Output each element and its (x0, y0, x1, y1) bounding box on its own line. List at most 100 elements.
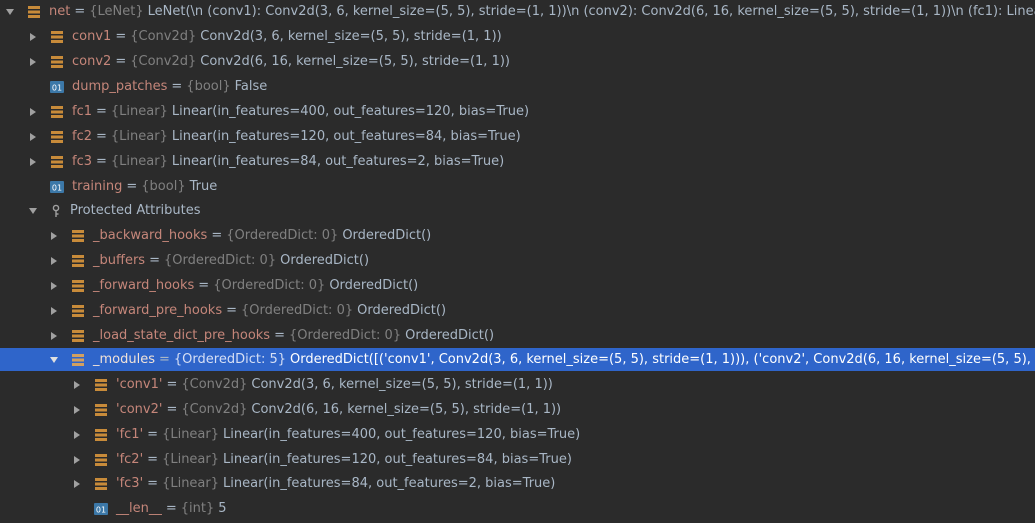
variable-name: _forward_pre_hooks (93, 303, 223, 318)
field-icon (70, 253, 86, 269)
field-icon (70, 278, 86, 294)
tree-row-modules-fc3[interactable]: 'fc3' = {Linear} Linear(in_features=84, out… (0, 472, 1035, 495)
variable-type: {Linear} (162, 476, 220, 491)
field-icon (49, 54, 65, 70)
tree-row-conv2[interactable]: conv2 = {Conv2d} Conv2d(6, 16, kernel_size=… (0, 50, 1035, 73)
field-icon (26, 4, 42, 20)
variable-name: 'fc3' (116, 476, 144, 491)
bool-icon: 01 (49, 79, 65, 95)
variable-type: {int} (180, 501, 215, 516)
collapsed-arrow-icon[interactable] (49, 306, 59, 316)
variable-name: 'fc2' (116, 452, 144, 467)
collapsed-arrow-icon[interactable] (49, 331, 59, 341)
collapsed-arrow-icon[interactable] (28, 107, 38, 117)
tree-row-conv1[interactable]: conv1 = {Conv2d} Conv2d(3, 6, kernel_size=(… (0, 25, 1035, 48)
field-icon (70, 228, 86, 244)
variable-value: OrderedDict() (329, 278, 419, 293)
tree-row-modules-len[interactable]: 01 __len__ = {int} 5 (0, 497, 1035, 520)
variable-value: Conv2d(6, 16, kernel_size=(5, 5), stride… (251, 402, 562, 417)
tree-row-fc2[interactable]: fc2 = {Linear} Linear(in_features=120, out_… (0, 125, 1035, 148)
variable-type: {Conv2d} (130, 29, 197, 44)
variable-name: training (72, 179, 123, 194)
field-icon (93, 377, 109, 393)
variable-type: {Linear} (162, 427, 220, 442)
tree-row-modules-fc1[interactable]: 'fc1' = {Linear} Linear(in_features=400, ou… (0, 423, 1035, 446)
variable-value: Linear(in_features=400, out_features=120… (171, 104, 530, 119)
field-icon (49, 154, 65, 170)
variable-type: {bool} (141, 179, 186, 194)
variable-value: Linear(in_features=84, out_features=2, b… (223, 476, 556, 491)
expanded-arrow-icon[interactable] (5, 7, 15, 17)
tree-row-fc3[interactable]: fc3 = {Linear} Linear(in_features=84, out_f… (0, 150, 1035, 173)
bool-icon: 01 (49, 179, 65, 195)
expanded-arrow-icon[interactable] (49, 355, 59, 365)
tree-row-forward-pre-hooks[interactable]: _forward_pre_hooks = {OrderedDict: 0} Order… (0, 299, 1035, 322)
variable-name: 'conv1' (116, 377, 163, 392)
variable-value: Conv2d(6, 16, kernel_size=(5, 5), stride… (200, 54, 510, 69)
key-icon (49, 203, 63, 219)
variable-value: 5 (218, 501, 227, 516)
group-label: Protected Attributes (70, 203, 201, 218)
svg-text:01: 01 (96, 505, 106, 514)
collapsed-arrow-icon[interactable] (49, 281, 59, 291)
collapsed-arrow-icon[interactable] (72, 380, 82, 390)
tree-row-modules-conv2[interactable]: 'conv2' = {Conv2d} Conv2d(6, 16, kernel_siz… (0, 398, 1035, 421)
variable-name: 'conv2' (116, 402, 163, 417)
tree-row-backward-hooks[interactable]: _backward_hooks = {OrderedDict: 0} OrderedD… (0, 224, 1035, 247)
collapsed-arrow-icon[interactable] (49, 231, 59, 241)
variable-value: True (189, 179, 218, 194)
tree-row-modules[interactable]: _modules = {OrderedDict: 5} OrderedDict([('… (0, 348, 1035, 371)
variable-type: {OrderedDict: 0} (213, 278, 326, 293)
variable-type: {OrderedDict: 0} (289, 328, 402, 343)
collapsed-arrow-icon[interactable] (28, 57, 38, 67)
field-icon (93, 402, 109, 418)
variable-type: {Linear} (110, 104, 168, 119)
svg-text:01: 01 (52, 83, 62, 92)
variable-type: {OrderedDict: 0} (226, 228, 339, 243)
field-icon (93, 427, 109, 443)
variable-name: _forward_hooks (93, 278, 195, 293)
collapsed-arrow-icon[interactable] (72, 479, 82, 489)
tree-row-load-state-dict-pre-hooks[interactable]: _load_state_dict_pre_hooks = {OrderedDict:… (0, 324, 1035, 347)
tree-row-protected-attributes[interactable]: Protected Attributes (0, 199, 1035, 222)
tree-row-modules-fc2[interactable]: 'fc2' = {Linear} Linear(in_features=120, ou… (0, 448, 1035, 471)
variable-value: Conv2d(3, 6, kernel_size=(5, 5), stride=… (200, 29, 502, 44)
variable-type: {Linear} (110, 129, 168, 144)
tree-row-modules-conv1[interactable]: 'conv1' = {Conv2d} Conv2d(3, 6, kernel_size… (0, 373, 1035, 396)
variable-type: {Conv2d} (181, 402, 248, 417)
tree-row-forward-hooks[interactable]: _forward_hooks = {OrderedDict: 0} OrderedDi… (0, 274, 1035, 297)
variable-name: __len__ (116, 501, 162, 516)
field-icon (49, 129, 65, 145)
variable-name: fc1 (72, 104, 92, 119)
variable-value: OrderedDict() (357, 303, 447, 318)
expanded-arrow-icon[interactable] (28, 206, 38, 216)
variable-type: {Conv2d} (130, 54, 197, 69)
variables-tree: net = {LeNet} LeNet(\n (conv1): Conv2d(3, 6… (0, 0, 1035, 523)
variable-name: conv1 (72, 29, 112, 44)
collapsed-arrow-icon[interactable] (28, 157, 38, 167)
collapsed-arrow-icon[interactable] (72, 405, 82, 415)
variable-type: {LeNet} (89, 4, 144, 19)
field-icon (49, 29, 65, 45)
collapsed-arrow-icon[interactable] (72, 455, 82, 465)
variable-value: Linear(in_features=84, out_features=2, b… (171, 154, 505, 169)
variable-type: {Linear} (110, 154, 168, 169)
variable-value: OrderedDict([('conv1', Conv2d(3, 6, kern… (290, 352, 1035, 367)
collapsed-arrow-icon[interactable] (72, 430, 82, 440)
collapsed-arrow-icon[interactable] (28, 32, 38, 42)
variable-name: _backward_hooks (93, 228, 208, 243)
tree-row-training[interactable]: 01 training = {bool} True (0, 175, 1035, 198)
variable-value: Linear(in_features=120, out_features=84,… (223, 452, 572, 467)
tree-row-fc1[interactable]: fc1 = {Linear} Linear(in_features=400, out_… (0, 100, 1035, 123)
variable-name: _load_state_dict_pre_hooks (93, 328, 271, 343)
tree-row-net[interactable]: net = {LeNet} LeNet(\n (conv1): Conv2d(3, 6… (0, 0, 1035, 23)
variable-value: Linear(in_features=400, out_features=120… (223, 427, 581, 442)
tree-row-dump-patches[interactable]: 01 dump_patches = {bool} False (0, 75, 1035, 98)
collapsed-arrow-icon[interactable] (28, 132, 38, 142)
variable-name: _modules (93, 352, 155, 367)
variable-type: {Linear} (162, 452, 220, 467)
variable-name: fc2 (72, 129, 92, 144)
collapsed-arrow-icon[interactable] (49, 256, 59, 266)
tree-row-buffers[interactable]: _buffers = {OrderedDict: 0} OrderedDict() (0, 249, 1035, 272)
variable-type: {OrderedDict: 5} (173, 352, 287, 367)
